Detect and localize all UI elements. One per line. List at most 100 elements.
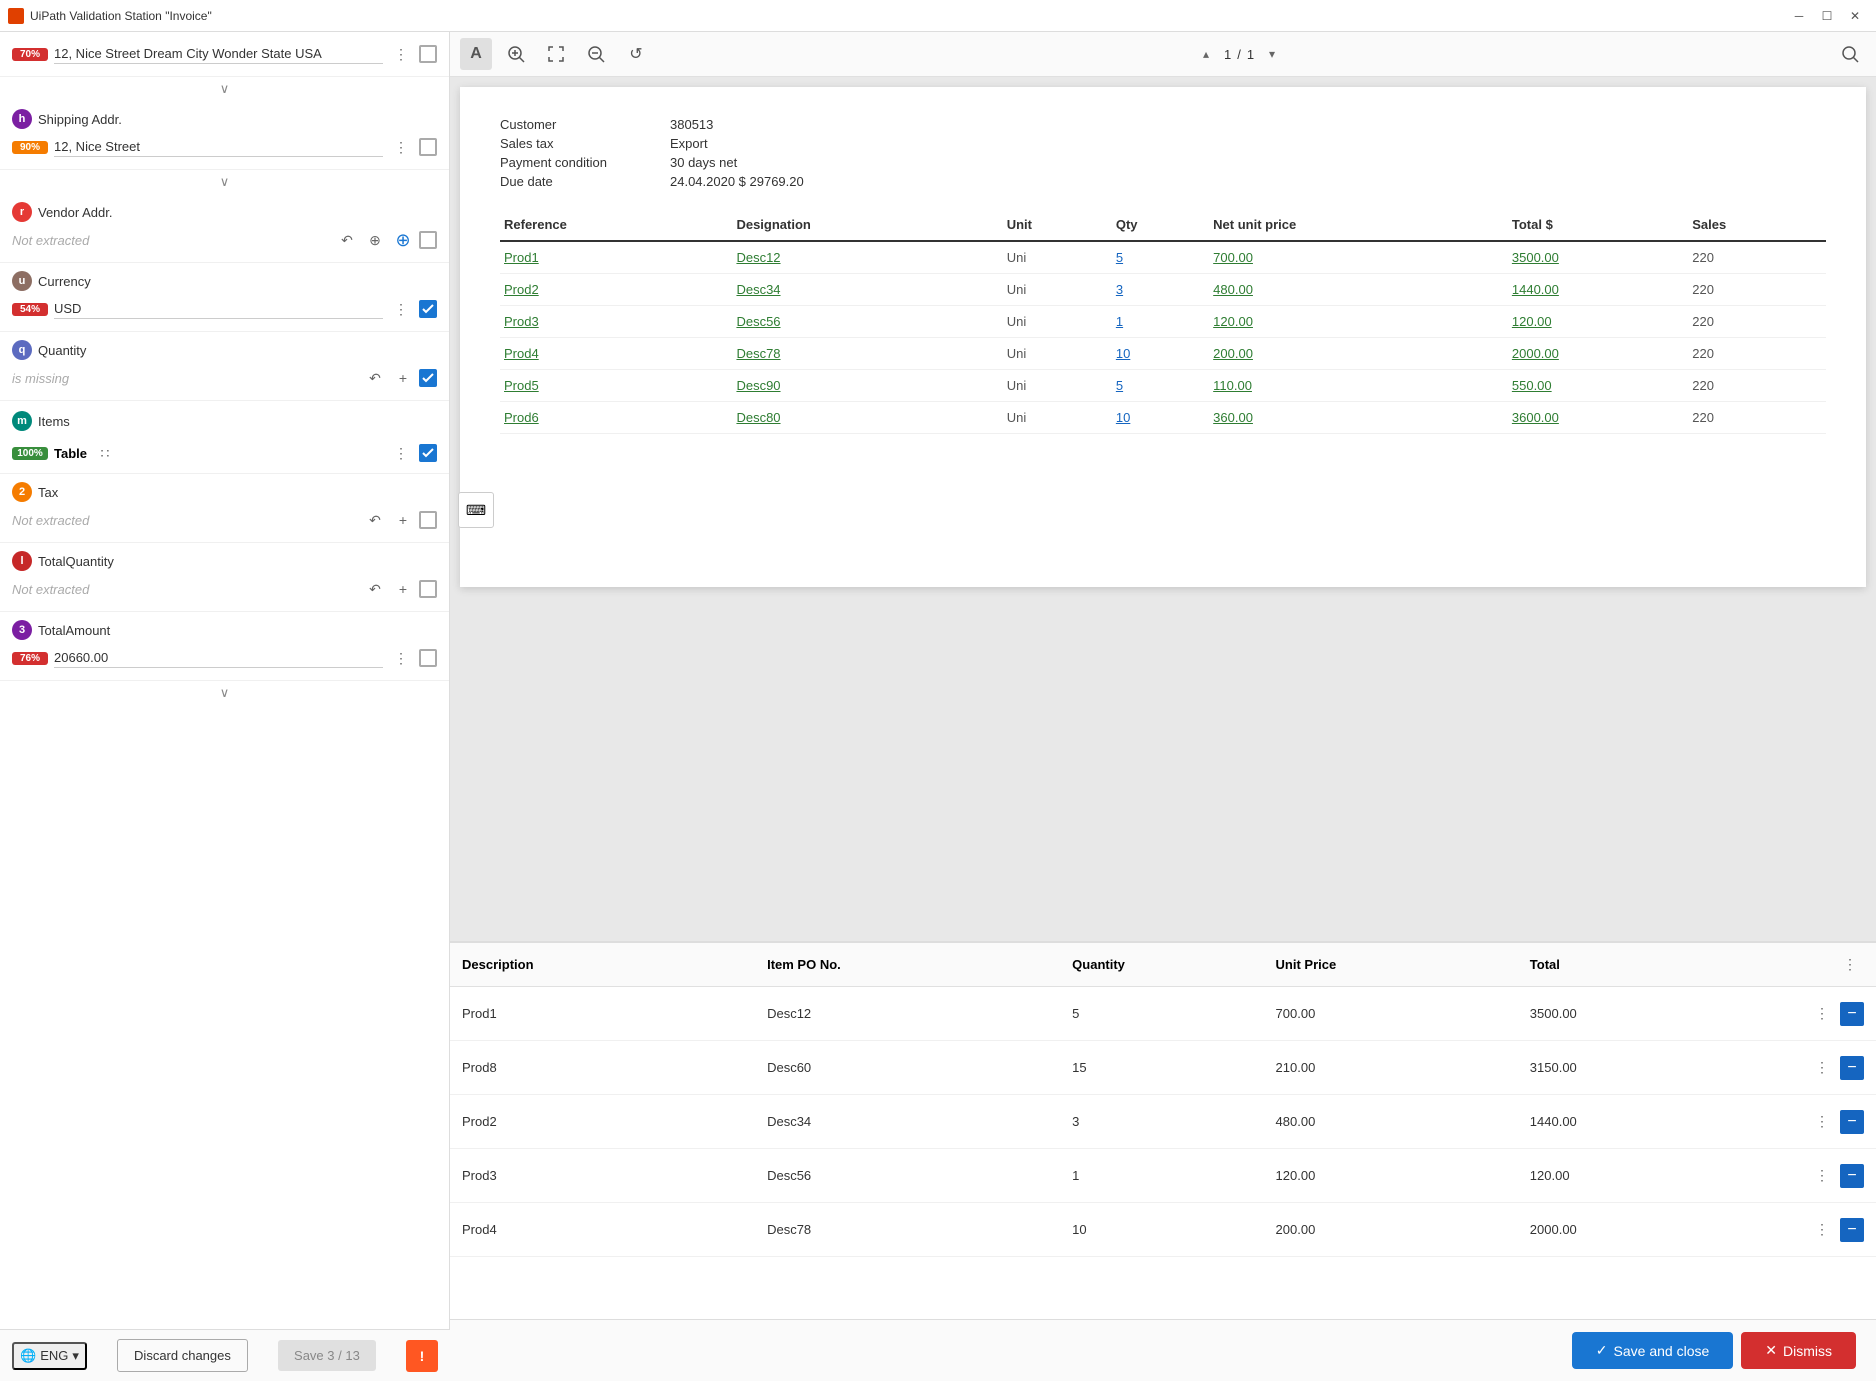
invoice-row: Prod4 Desc78 Uni 10 200.00 2000.00 220 bbox=[500, 338, 1826, 370]
invoice-row: Prod1 Desc12 Uni 5 700.00 3500.00 220 bbox=[500, 241, 1826, 274]
data-desc: Prod8 bbox=[462, 1060, 767, 1075]
data-total: 3500.00 bbox=[1530, 1006, 1784, 1021]
table-kebab-menu[interactable]: ⋮ bbox=[1836, 951, 1864, 979]
vendor-actions: ↶ ⊕ ⊕ bbox=[335, 228, 437, 252]
items-menu[interactable]: ⋮ bbox=[389, 441, 413, 465]
table-header-actions: ⋮ bbox=[1784, 951, 1864, 979]
zoom-in-button[interactable] bbox=[500, 38, 532, 70]
page-prev-button[interactable]: ▴ bbox=[1194, 42, 1218, 66]
tax-header: 2 Tax bbox=[12, 482, 437, 502]
billing-addr-menu[interactable]: ⋮ bbox=[389, 42, 413, 66]
fit-screen-button[interactable] bbox=[540, 38, 572, 70]
tax-checkbox[interactable] bbox=[419, 511, 437, 529]
shipping-menu[interactable]: ⋮ bbox=[389, 135, 413, 159]
currency-input[interactable] bbox=[54, 299, 383, 319]
maximize-button[interactable]: ☐ bbox=[1814, 5, 1840, 27]
chevron-down-2[interactable]: ∨ bbox=[0, 170, 449, 194]
main-layout: 70% ⋮ ∨ h Shipping Addr. 90% ⋮ ∨ bbox=[0, 32, 1876, 1381]
total-amount-input[interactable] bbox=[54, 648, 383, 668]
language-selector[interactable]: 🌐 ENG ▾ bbox=[12, 1342, 87, 1370]
inv-qty: 5 bbox=[1112, 370, 1209, 402]
quantity-undo[interactable]: ↶ bbox=[363, 366, 387, 390]
vendor-checkbox[interactable] bbox=[419, 231, 437, 249]
inv-desc: Desc78 bbox=[732, 338, 1002, 370]
row-actions: ⋮ − bbox=[1784, 1000, 1864, 1028]
billing-addr-checkbox[interactable] bbox=[419, 45, 437, 63]
quantity-add[interactable]: + bbox=[391, 366, 415, 390]
window-controls: ─ ☐ ✕ bbox=[1786, 5, 1868, 27]
alert-button[interactable]: ! bbox=[406, 1340, 438, 1372]
col-sales: Sales bbox=[1688, 209, 1826, 241]
currency-menu[interactable]: ⋮ bbox=[389, 297, 413, 321]
page-next-button[interactable]: ▾ bbox=[1260, 42, 1284, 66]
total-amount-menu[interactable]: ⋮ bbox=[389, 646, 413, 670]
row-remove-button[interactable]: − bbox=[1840, 1056, 1864, 1080]
save-close-button[interactable]: ✓ Save and close bbox=[1572, 1332, 1733, 1369]
dismiss-button[interactable]: ✕ Dismiss bbox=[1741, 1332, 1856, 1369]
zoom-out-button[interactable] bbox=[580, 38, 612, 70]
total-qty-undo[interactable]: ↶ bbox=[363, 577, 387, 601]
close-button[interactable]: ✕ bbox=[1842, 5, 1868, 27]
row-kebab-menu[interactable]: ⋮ bbox=[1808, 1000, 1836, 1028]
refresh-button[interactable]: ↺ bbox=[620, 38, 652, 70]
row-remove-button[interactable]: − bbox=[1840, 1110, 1864, 1134]
discard-button[interactable]: Discard changes bbox=[117, 1339, 248, 1372]
row-remove-button[interactable]: − bbox=[1840, 1218, 1864, 1242]
inv-sales: 220 bbox=[1688, 306, 1826, 338]
items-checkbox[interactable] bbox=[419, 444, 437, 462]
items-label: Items bbox=[38, 414, 70, 429]
text-tool-button[interactable]: A bbox=[460, 38, 492, 70]
col-unit: Unit bbox=[1003, 209, 1112, 241]
save-button[interactable]: Save 3 / 13 bbox=[278, 1340, 376, 1371]
billing-addr-input[interactable] bbox=[54, 44, 383, 64]
total-qty-checkbox[interactable] bbox=[419, 580, 437, 598]
shipping-checkbox[interactable] bbox=[419, 138, 437, 156]
chevron-down-3[interactable]: ∨ bbox=[0, 681, 449, 705]
tax-add[interactable]: + bbox=[391, 508, 415, 532]
vendor-undo[interactable]: ↶ bbox=[335, 228, 359, 252]
table-view-toggle[interactable]: ∷ bbox=[93, 441, 117, 465]
col-unit-price-header: Unit Price bbox=[1276, 957, 1530, 972]
tax-undo[interactable]: ↶ bbox=[363, 508, 387, 532]
page-current: 1 bbox=[1224, 47, 1231, 62]
row-kebab-menu[interactable]: ⋮ bbox=[1808, 1162, 1836, 1190]
invoice-row: Prod6 Desc80 Uni 10 360.00 3600.00 220 bbox=[500, 402, 1826, 434]
total-qty-add[interactable]: + bbox=[391, 577, 415, 601]
inv-sales: 220 bbox=[1688, 402, 1826, 434]
quantity-letter: q bbox=[12, 340, 32, 360]
row-remove-button[interactable]: − bbox=[1840, 1164, 1864, 1188]
inv-unit: Uni bbox=[1003, 370, 1112, 402]
keyboard-button[interactable]: ⌨ bbox=[458, 492, 494, 528]
payment-value: 30 days net bbox=[670, 155, 1826, 170]
doc-page: Customer 380513 Sales tax Export Payment… bbox=[460, 87, 1866, 587]
shipping-addr-header: h Shipping Addr. bbox=[12, 109, 437, 129]
row-kebab-menu[interactable]: ⋮ bbox=[1808, 1054, 1836, 1082]
quantity-checkbox[interactable] bbox=[419, 369, 437, 387]
search-button[interactable] bbox=[1834, 38, 1866, 70]
field-items: m Items 100% Table ∷ ⋮ bbox=[0, 401, 449, 474]
shipping-addr-input[interactable] bbox=[54, 137, 383, 157]
total-amount-checkbox[interactable] bbox=[419, 649, 437, 667]
vendor-link[interactable]: ⊕ bbox=[391, 228, 415, 252]
inv-desc: Desc12 bbox=[732, 241, 1002, 274]
chevron-down-1[interactable]: ∨ bbox=[0, 77, 449, 101]
vendor-add[interactable]: ⊕ bbox=[363, 228, 387, 252]
field-quantity: q Quantity is missing ↶ + bbox=[0, 332, 449, 401]
row-kebab-menu[interactable]: ⋮ bbox=[1808, 1108, 1836, 1136]
inv-ref: Prod6 bbox=[500, 402, 732, 434]
shipping-letter: h bbox=[12, 109, 32, 129]
inv-price: 200.00 bbox=[1209, 338, 1508, 370]
shipping-addr-row: 90% ⋮ bbox=[12, 133, 437, 161]
col-po-header: Item PO No. bbox=[767, 957, 1072, 972]
row-remove-button[interactable]: − bbox=[1840, 1002, 1864, 1026]
currency-checkbox[interactable] bbox=[419, 300, 437, 318]
data-desc: Prod3 bbox=[462, 1168, 767, 1183]
billing-addr-row: 70% ⋮ bbox=[12, 40, 437, 68]
field-vendor-addr: r Vendor Addr. Not extracted ↶ ⊕ ⊕ bbox=[0, 194, 449, 263]
save-close-label: Save and close bbox=[1614, 1343, 1710, 1359]
items-header: m Items bbox=[0, 401, 449, 437]
total-amount-header: 3 TotalAmount bbox=[12, 620, 437, 640]
data-unit-price: 480.00 bbox=[1276, 1114, 1530, 1129]
row-kebab-menu[interactable]: ⋮ bbox=[1808, 1216, 1836, 1244]
minimize-button[interactable]: ─ bbox=[1786, 5, 1812, 27]
